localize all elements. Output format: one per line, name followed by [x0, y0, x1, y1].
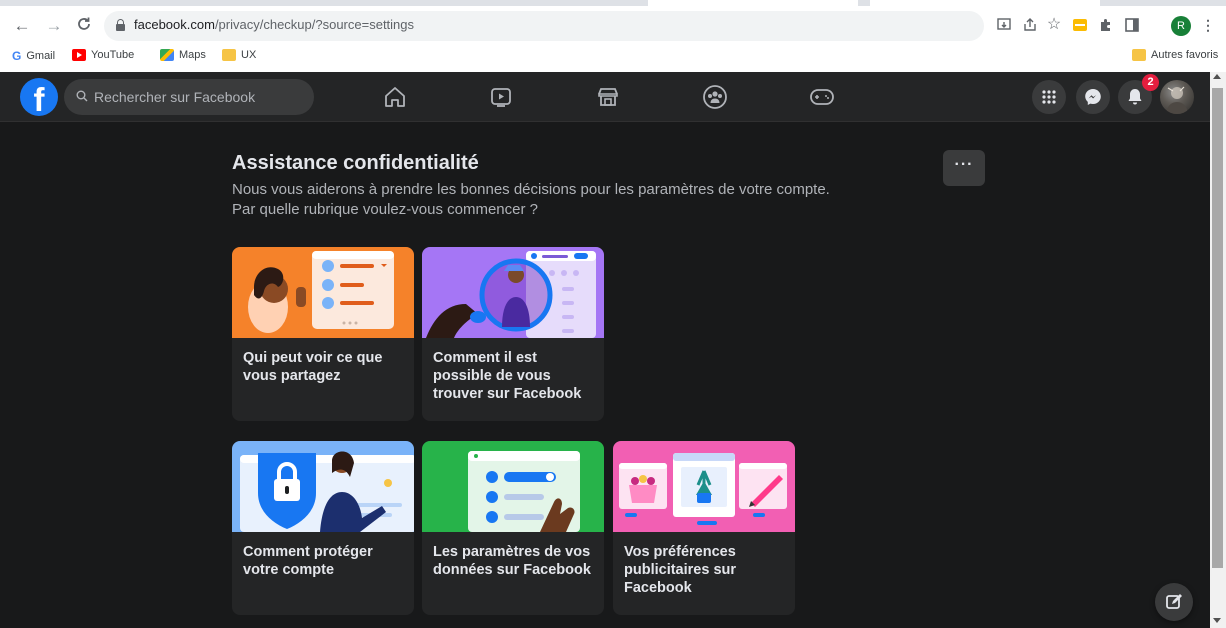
card-data-settings[interactable]: Les paramètres de vos données sur Facebo… — [422, 441, 604, 615]
scrollbar-thumb[interactable] — [1212, 88, 1223, 568]
folder-icon — [1132, 49, 1146, 61]
search-box[interactable] — [64, 79, 314, 115]
edit-icon — [1166, 594, 1182, 609]
page-subtitle: Nous vous aiderons à prendre les bonnes … — [232, 181, 830, 218]
bookmark-youtube[interactable]: YouTube — [72, 49, 134, 61]
browser-menu-icon[interactable]: ⋮ — [1200, 17, 1216, 33]
menu-grid-icon[interactable] — [1032, 80, 1066, 114]
card-illustration — [613, 441, 795, 532]
address-row: ← → facebook.com/privacy/checkup/?source… — [0, 8, 1226, 44]
home-icon[interactable] — [379, 81, 411, 113]
marketplace-icon[interactable] — [592, 81, 624, 113]
forward-icon[interactable]: → — [44, 16, 64, 36]
extension-icon[interactable] — [1072, 17, 1088, 33]
folder-icon — [222, 49, 236, 61]
tab-strip — [0, 0, 1226, 6]
scroll-down-icon[interactable] — [1213, 618, 1221, 623]
bookmark-maps[interactable]: Maps — [160, 49, 206, 61]
account-avatar[interactable] — [1160, 80, 1194, 114]
puzzle-extensions-icon[interactable] — [1098, 17, 1114, 33]
bookmark-star-icon[interactable]: ☆ — [1046, 17, 1062, 33]
messenger-icon[interactable] — [1076, 80, 1110, 114]
address-bar[interactable]: facebook.com/privacy/checkup/?source=set… — [104, 11, 984, 41]
profile-avatar[interactable]: R — [1171, 16, 1191, 36]
browser-toolbar: ← → facebook.com/privacy/checkup/?source… — [0, 0, 1226, 72]
page-title: Assistance confidentialité — [232, 152, 479, 174]
card-findability[interactable]: Comment il est possible de vous trouver … — [422, 247, 604, 421]
share-icon[interactable] — [1022, 17, 1038, 33]
search-input[interactable] — [94, 79, 294, 115]
gmail-icon: G — [12, 49, 22, 63]
scroll-up-icon[interactable] — [1213, 74, 1221, 79]
install-app-icon[interactable] — [996, 17, 1012, 33]
card-illustration — [422, 247, 604, 338]
card-ad-preferences[interactable]: Vos préférences publicitaires sur Facebo… — [613, 441, 795, 615]
facebook-logo[interactable]: f — [20, 78, 58, 116]
facebook-header: f — [0, 72, 1210, 122]
url-text[interactable]: facebook.com/privacy/checkup/?source=set… — [134, 17, 414, 32]
new-message-button[interactable] — [1155, 583, 1193, 621]
bookmark-gmail[interactable]: G Gmail — [12, 49, 55, 63]
card-illustration — [232, 247, 414, 338]
notification-badge[interactable]: 2 — [1142, 74, 1159, 91]
back-icon[interactable]: ← — [12, 16, 32, 36]
card-illustration — [232, 441, 414, 532]
other-bookmarks[interactable]: Autres favoris — [1132, 49, 1218, 61]
groups-icon[interactable] — [699, 81, 731, 113]
search-icon — [76, 90, 88, 102]
tab[interactable] — [870, 0, 1100, 6]
bookmarks-bar: G Gmail YouTube Maps UX Autres favoris — [0, 46, 1226, 68]
tab[interactable] — [648, 0, 858, 6]
watch-icon[interactable] — [485, 81, 517, 113]
card-audience[interactable]: Qui peut voir ce que vous partagez — [232, 247, 414, 421]
reload-icon[interactable] — [74, 16, 94, 36]
lock-icon[interactable] — [116, 19, 125, 31]
bookmark-ux[interactable]: UX — [222, 49, 256, 61]
card-account-security[interactable]: Comment protéger votre compte — [232, 441, 414, 615]
gaming-icon[interactable] — [806, 81, 838, 113]
side-panel-icon[interactable] — [1124, 17, 1140, 33]
more-options-button[interactable]: ··· — [943, 150, 985, 186]
card-illustration — [422, 441, 604, 532]
maps-icon — [160, 49, 174, 61]
youtube-icon — [72, 49, 86, 61]
